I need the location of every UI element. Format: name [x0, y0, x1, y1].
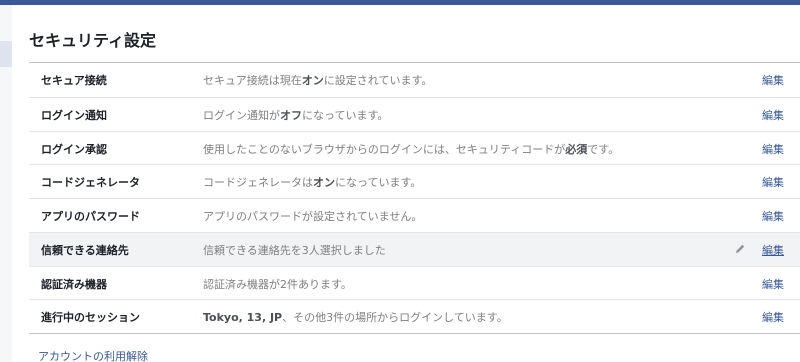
security-settings-panel: セキュリティ設定 セキュア接続 セキュア接続は現在オンに設定されています。 編集 ログ… [12, 5, 800, 362]
edit-link[interactable]: 編集 [762, 141, 784, 157]
setting-value: アプリのパスワードが設定されていません。 [203, 208, 422, 224]
setting-value-text: コードジェネレータは [203, 176, 313, 190]
setting-value-text: になっています。 [302, 108, 389, 122]
edit-link[interactable]: 編集 [762, 276, 784, 292]
setting-row-recognized-devices[interactable]: 認証済み機器 認証済み機器が2件あります。 編集 [29, 265, 800, 300]
deactivate-account-link[interactable]: アカウントの利用解除 [38, 348, 148, 362]
setting-value-text: ログイン通知が [203, 108, 280, 122]
setting-label: ログイン通知 [41, 108, 107, 122]
left-nav [0, 5, 12, 362]
setting-value: コードジェネレータはオンになっています。 [203, 174, 421, 190]
edit-link[interactable]: 編集 [762, 107, 784, 123]
setting-row-active-sessions[interactable]: 進行中のセッション Tokyo, 13, JP、その他3件の場所からログインしてい… [29, 299, 800, 333]
setting-value-text: 認証済み機器が2件あります。 [203, 277, 352, 291]
setting-row-app-passwords[interactable]: アプリのパスワード アプリのパスワードが設定されていません。 編集 [29, 198, 800, 232]
setting-value-text: になっています。 [335, 176, 422, 190]
setting-label: セキュア接続 [41, 74, 107, 87]
setting-value-emphasis: オフ [280, 108, 302, 122]
edit-link[interactable]: 編集 [762, 208, 784, 224]
settings-list: セキュア接続 セキュア接続は現在オンに設定されています。 編集 ログイン通知 ログイン通… [29, 62, 800, 334]
setting-row-login-approvals[interactable]: ログイン承認 使用したことのないブラウザからのログインには、セキュリティコードが必… [29, 130, 800, 165]
setting-value-text: です。 [587, 142, 620, 156]
setting-label: 進行中のセッション [41, 311, 140, 325]
page-title: セキュリティ設定 [29, 31, 157, 50]
setting-label: 信頼できる連絡先 [41, 243, 129, 257]
setting-row-trusted-contacts[interactable]: 信頼できる連絡先 信頼できる連絡先を3人選択しました 編集 [29, 231, 800, 266]
setting-label: ログイン承認 [41, 142, 107, 156]
setting-value: 認証済み機器が2件あります。 [203, 276, 352, 292]
setting-value-text: 、その他3件の場所からログインしています。 [282, 311, 508, 325]
setting-row-code-generator[interactable]: コードジェネレータ コードジェネレータはオンになっています。 編集 [29, 164, 800, 198]
edit-link[interactable]: 編集 [762, 174, 784, 190]
setting-row-secure-browsing[interactable]: セキュア接続 セキュア接続は現在オンに設定されています。 編集 [29, 63, 800, 97]
edit-link[interactable]: 編集 [762, 242, 784, 258]
setting-value: セキュア接続は現在オンに設定されています。 [203, 72, 432, 88]
setting-value-emphasis: オン [313, 176, 335, 190]
setting-value: ログイン通知がオフになっています。 [203, 107, 388, 123]
pencil-icon [736, 244, 745, 253]
edit-link[interactable]: 編集 [762, 72, 784, 88]
setting-label: 認証済み機器 [41, 277, 107, 291]
edit-link[interactable]: 編集 [762, 309, 784, 325]
setting-label: コードジェネレータ [41, 176, 140, 190]
setting-value-emphasis: 必須 [565, 142, 588, 156]
setting-value-text: に設定されています。 [323, 74, 433, 87]
setting-value-emphasis: オン [301, 74, 324, 87]
setting-row-login-alerts[interactable]: ログイン通知 ログイン通知がオフになっています。 編集 [29, 96, 800, 131]
setting-value-emphasis: Tokyo, 13, JP [203, 311, 283, 325]
left-nav-selected-item[interactable] [0, 41, 12, 67]
setting-value-text: 使用したことのないブラウザからのログインには、セキュリティコードが [203, 142, 566, 156]
setting-value: 信頼できる連絡先を3人選択しました [203, 242, 386, 258]
setting-value: Tokyo, 13, JP、その他3件の場所からログインしています。 [203, 309, 508, 325]
setting-value: 使用したことのないブラウザからのログインには、セキュリティコードが必須です。 [203, 141, 619, 157]
setting-value-text: セキュア接続は現在 [203, 74, 302, 87]
setting-value-text: 信頼できる連絡先を3人選択しました [203, 243, 386, 257]
setting-value-text: アプリのパスワードが設定されていません。 [203, 210, 423, 223]
setting-label: アプリのパスワード [41, 210, 140, 223]
